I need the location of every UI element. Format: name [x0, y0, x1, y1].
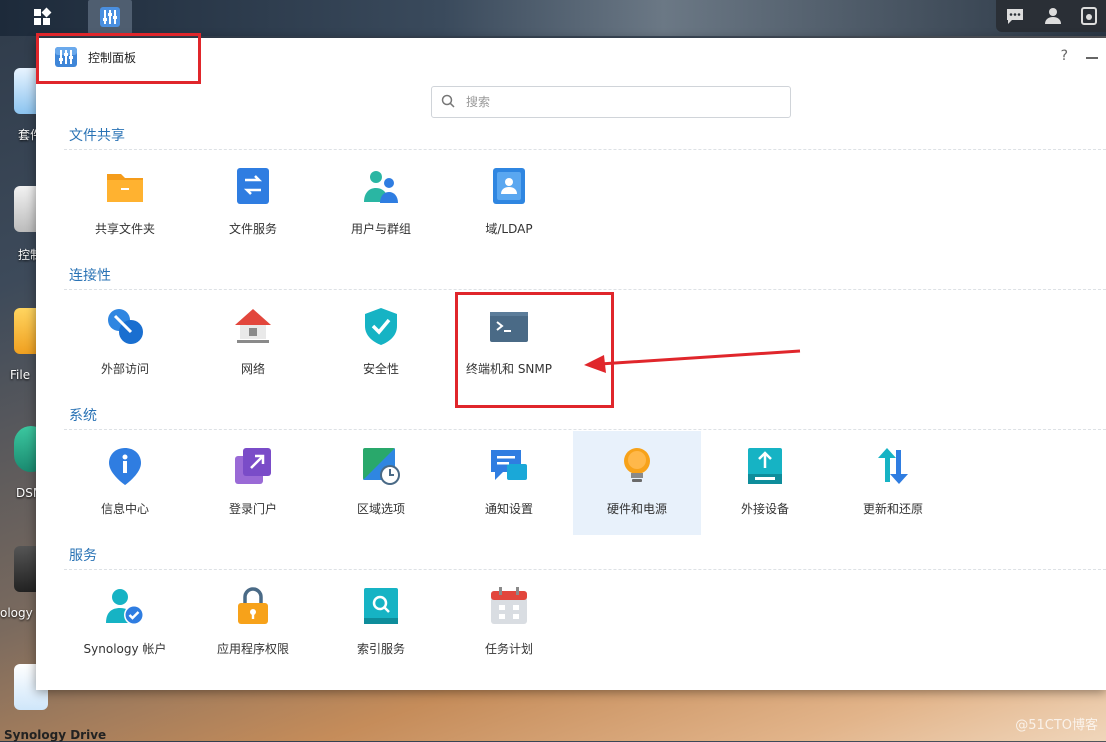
- annotation-arrow: [584, 349, 801, 373]
- watermark: @51CTO博客: [1015, 718, 1098, 733]
